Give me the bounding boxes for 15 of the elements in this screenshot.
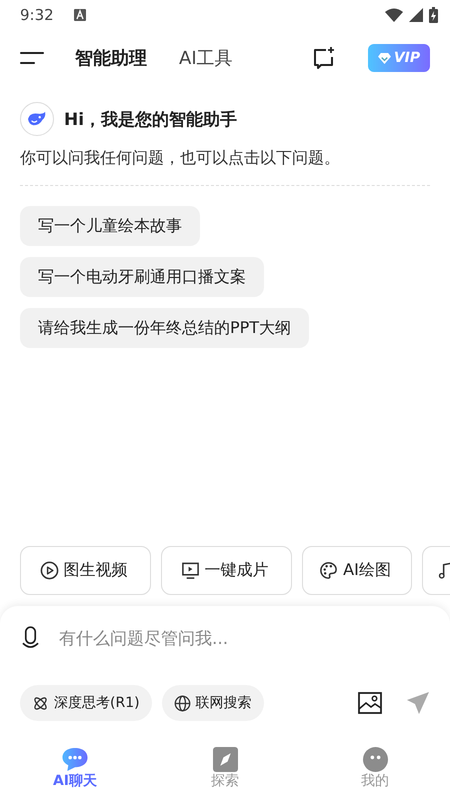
greeting-title: Hi，我是您的智能助手 <box>64 108 238 130</box>
header-tab[interactable]: AI工具 <box>179 46 233 70</box>
mode-chip[interactable]: 深度思考(R1) <box>20 685 152 721</box>
nav-tab[interactable]: AI聊天 <box>0 747 150 790</box>
suggestion-chip[interactable]: 写一个儿童绘本故事 <box>20 206 200 246</box>
mode-chip[interactable]: 联网搜索 <box>162 685 264 721</box>
greeting-subtitle: 你可以问我任何问题，也可以点击以下问题。 <box>20 148 341 169</box>
message-input[interactable]: 有什么问题尽管问我... <box>57 628 428 650</box>
tool-button[interactable]: AI绘图 <box>302 546 412 595</box>
tool-button[interactable]: 图生视频 <box>20 546 151 595</box>
header-tab[interactable]: 智能助理 <box>75 46 147 70</box>
suggestion-chip[interactable]: 请给我生成一份年终总结的PPT大纲 <box>20 308 310 348</box>
tool-button[interactable]: 一键成片 <box>161 546 292 595</box>
suggestion-chip[interactable]: 写一个电动牙刷通用口播文案 <box>20 257 264 297</box>
status-time: 9:32 <box>20 6 54 24</box>
